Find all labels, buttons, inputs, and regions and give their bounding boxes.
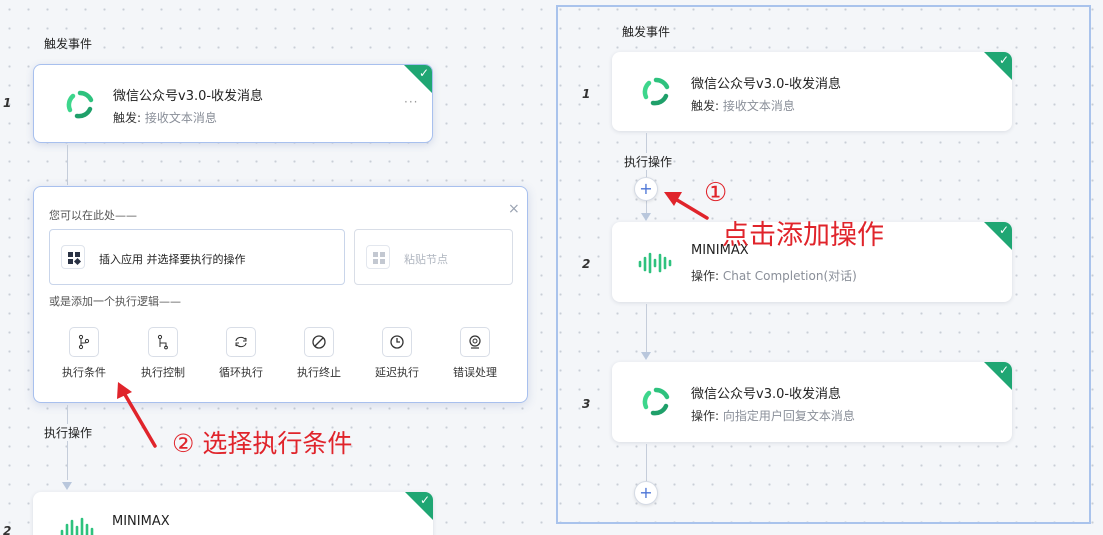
annotation-arrows <box>117 192 709 448</box>
arrow-2 <box>117 382 157 448</box>
annotation-step1-text: 点击添加操作 <box>722 220 884 251</box>
arrow-1 <box>664 192 709 220</box>
annotation-step2-text: ② 选择执行条件 <box>172 429 353 458</box>
annotation-step1-number: ① <box>704 178 728 208</box>
